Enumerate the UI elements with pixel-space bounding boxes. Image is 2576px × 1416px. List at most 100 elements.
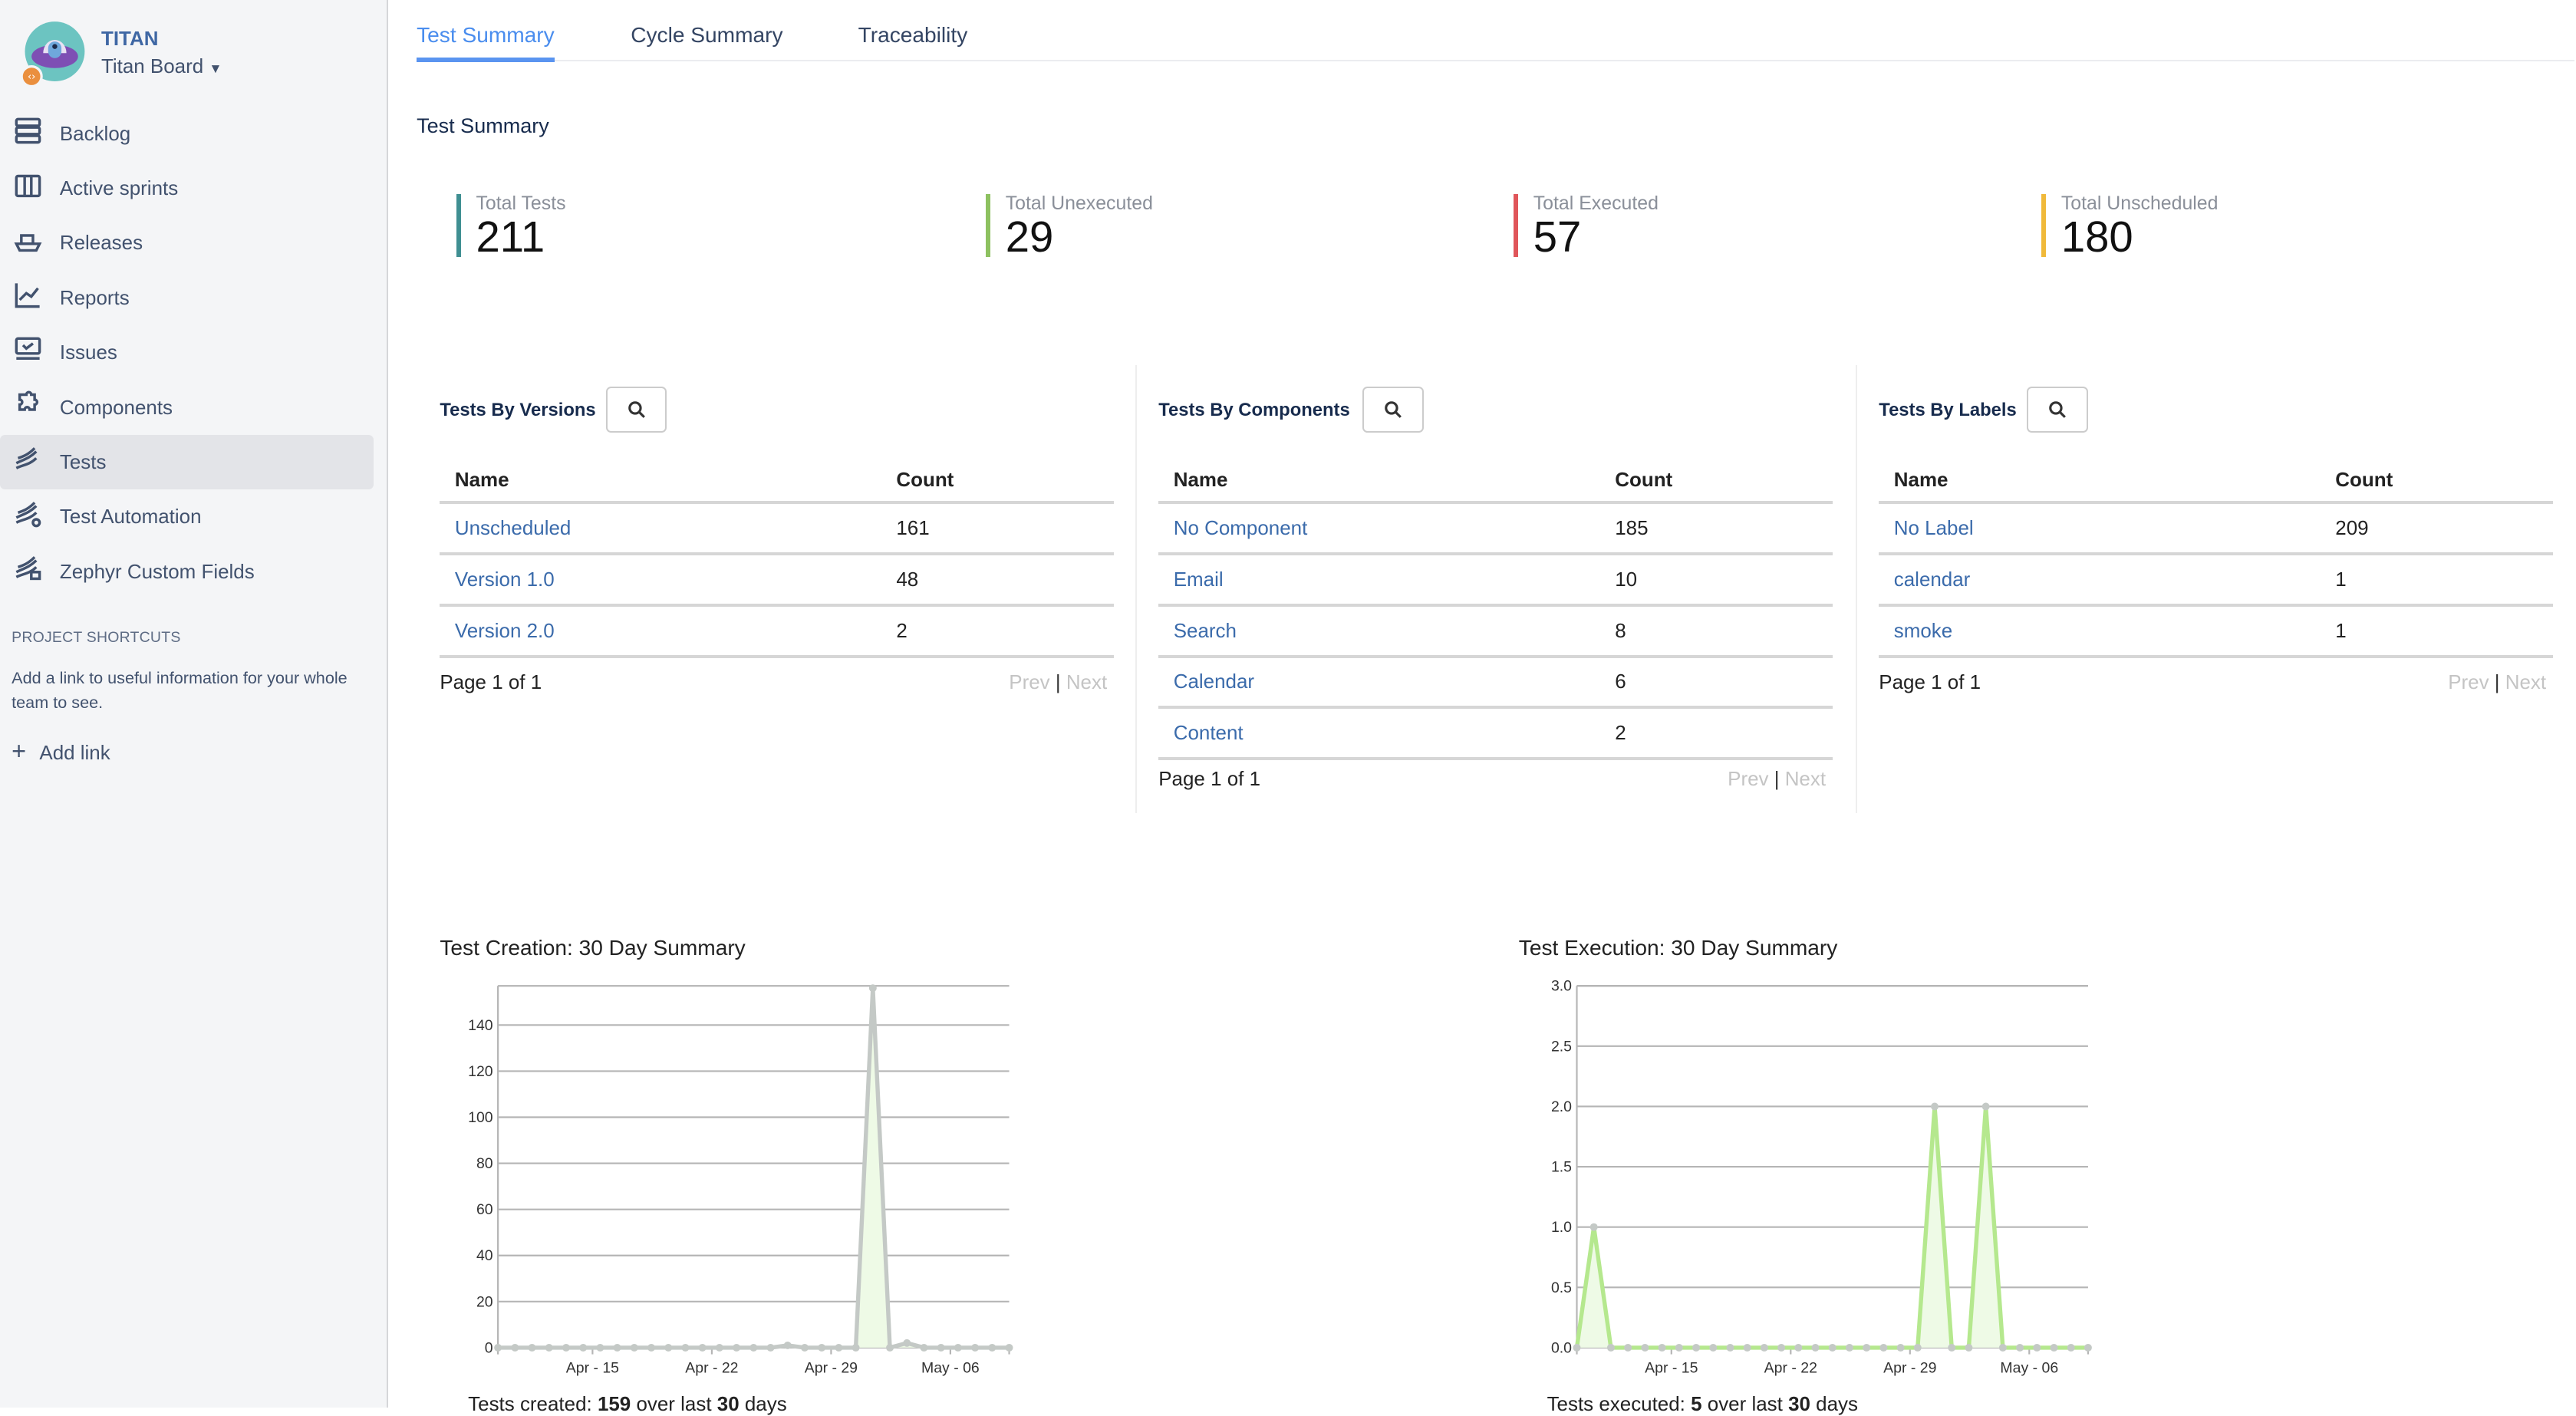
- footer-text: Tests executed:: [1547, 1392, 1692, 1416]
- y-tick-label: 20: [476, 1293, 493, 1310]
- row-link[interactable]: Email: [1174, 568, 1224, 591]
- search-icon: [2049, 401, 2066, 419]
- data-point: [1658, 1343, 1666, 1352]
- row-link[interactable]: Content: [1174, 721, 1244, 744]
- prev-button[interactable]: Prev: [1009, 670, 1049, 693]
- x-tick-label: May - 06: [2000, 1359, 2058, 1376]
- pagination: Page 1 of 1 Prev | Next: [1879, 670, 2552, 694]
- y-tick-label: 0: [485, 1339, 493, 1356]
- sidebar-item-releases[interactable]: Releases: [0, 216, 374, 270]
- footer-days: 30: [716, 1392, 740, 1416]
- row-link[interactable]: No Component: [1174, 516, 1308, 539]
- row-link[interactable]: smoke: [1894, 619, 1952, 642]
- data-point: [630, 1343, 638, 1352]
- sidebar-item-active-sprints[interactable]: Active sprints: [0, 161, 374, 216]
- sidebar-item-backlog[interactable]: Backlog: [0, 106, 374, 160]
- next-button[interactable]: Next: [2505, 670, 2546, 693]
- footer-text: over last: [1701, 1392, 1789, 1416]
- data-point: [783, 1341, 792, 1349]
- name-cell: No Label: [1879, 502, 2321, 556]
- next-button[interactable]: Next: [1785, 767, 1826, 790]
- column-header: Count: [2320, 458, 2553, 505]
- search-button[interactable]: [2026, 387, 2088, 433]
- footer-text: Tests created:: [468, 1392, 598, 1416]
- tab-traceability[interactable]: Traceability: [858, 23, 968, 58]
- pager-links: Prev | Next: [2448, 670, 2546, 694]
- search-button[interactable]: [1362, 387, 1425, 433]
- sidebar-item-label: Components: [59, 395, 173, 419]
- issues-icon: [13, 335, 60, 370]
- project-avatar-icon[interactable]: ‹›: [20, 20, 87, 87]
- row-link[interactable]: calendar: [1894, 568, 1971, 591]
- data-point: [1828, 1343, 1836, 1352]
- row-link[interactable]: Version 1.0: [455, 568, 555, 591]
- y-tick-label: 0.0: [1551, 1339, 1572, 1356]
- row-link[interactable]: Calendar: [1174, 670, 1254, 693]
- y-tick-label: 1.5: [1551, 1159, 1572, 1176]
- table-row: Search 8: [1158, 604, 1833, 658]
- count-cell: 10: [1599, 554, 1833, 607]
- data-point: [937, 1343, 945, 1352]
- name-cell: Version 1.0: [440, 554, 881, 607]
- sidebar-item-reports[interactable]: Reports: [0, 271, 374, 325]
- data-point: [1641, 1343, 1649, 1352]
- table-header: Name Count: [440, 458, 1114, 505]
- sidebar-item-label: Zephyr Custom Fields: [59, 559, 255, 583]
- data-point: [971, 1343, 980, 1352]
- chart-0: 0 20 40 60 80 100 120 140 Apr - 15 Apr - 22 Apr - …: [468, 984, 1013, 1376]
- add-link-button[interactable]: + Add link: [12, 737, 110, 766]
- data-point: [1005, 1343, 1013, 1352]
- row-link[interactable]: Version 2.0: [455, 619, 555, 642]
- table-row: calendar 1: [1879, 554, 2553, 607]
- data-point: [1981, 1102, 1990, 1111]
- board-selector[interactable]: Titan Board ▼: [101, 54, 222, 78]
- area-fill: [498, 988, 1010, 1348]
- sidebar-item-label: Reports: [59, 285, 130, 309]
- board-columns-icon: [13, 171, 60, 206]
- data-table: Name Count No Label 209 calendar 1 smoke 1: [1879, 458, 2553, 658]
- data-point: [1913, 1343, 1922, 1352]
- data-point: [886, 1343, 894, 1352]
- data-point: [1931, 1102, 1939, 1111]
- data-point: [1811, 1343, 1820, 1352]
- table-row: smoke 1: [1879, 604, 2553, 658]
- prev-button[interactable]: Prev: [2448, 670, 2489, 693]
- sidebar-item-zephyr-custom-fields[interactable]: Zephyr Custom Fields: [0, 545, 374, 599]
- chart-1: 0.0 0.5 1.0 1.5 2.0 2.5 3.0 Apr - 15 Apr - 22 Apr…: [1551, 978, 2092, 1376]
- panel-title: Tests By Versions: [440, 400, 596, 421]
- stat-total-executed: Total Executed 57: [1514, 193, 1659, 260]
- row-link[interactable]: Unscheduled: [455, 516, 572, 539]
- separator: |: [1768, 766, 1785, 790]
- row-link[interactable]: Search: [1174, 619, 1237, 642]
- execution-chart-footer: Tests executed: 5 over last 30 days: [1547, 1392, 1858, 1416]
- footer-text: days: [1810, 1392, 1858, 1416]
- prev-button[interactable]: Prev: [1728, 767, 1768, 790]
- data-point: [1573, 1343, 1581, 1352]
- stat-value: 29: [1005, 212, 1054, 262]
- data-point: [1998, 1343, 2007, 1352]
- puzzle-icon: [13, 390, 60, 425]
- data-point: [1675, 1343, 1683, 1352]
- data-point: [1948, 1343, 1956, 1352]
- stat-value: 211: [476, 212, 545, 262]
- name-cell: smoke: [1879, 604, 2321, 658]
- sidebar-item-issues[interactable]: Issues: [0, 325, 374, 380]
- sidebar-item-tests[interactable]: Tests: [0, 434, 374, 490]
- row-link[interactable]: No Label: [1894, 516, 1974, 539]
- data-point: [1896, 1343, 1905, 1352]
- tab-cycle-summary[interactable]: Cycle Summary: [631, 23, 782, 58]
- data-point: [545, 1343, 553, 1352]
- sidebar-item-components[interactable]: Components: [0, 380, 374, 434]
- page-info: Page 1 of 1: [440, 670, 542, 694]
- data-point: [1743, 1343, 1751, 1352]
- sidebar-item-test-automation[interactable]: Test Automation: [0, 489, 374, 544]
- shortcuts-description: Add a link to useful information for you…: [12, 667, 348, 713]
- y-tick-label: 60: [476, 1201, 493, 1218]
- next-button[interactable]: Next: [1066, 670, 1107, 693]
- search-button[interactable]: [605, 387, 667, 433]
- tab-test-summary[interactable]: Test Summary: [417, 23, 555, 63]
- x-tick-label: Apr - 22: [1764, 1359, 1817, 1376]
- data-point: [647, 1343, 656, 1352]
- data-point: [1692, 1343, 1700, 1352]
- data-point: [1624, 1343, 1632, 1352]
